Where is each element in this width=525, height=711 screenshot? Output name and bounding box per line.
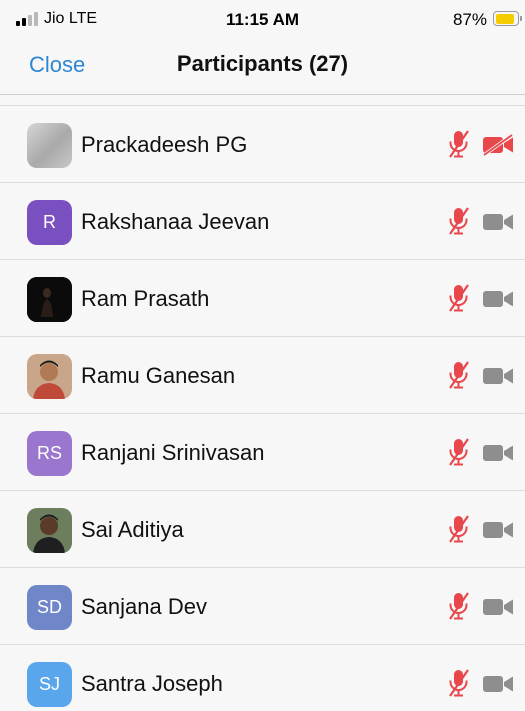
nav-bar: Close Participants (27) (0, 38, 525, 95)
video-camera-icon[interactable] (482, 288, 514, 310)
mic-muted-icon[interactable] (444, 436, 474, 468)
avatar: SJ (27, 662, 72, 707)
participant-list[interactable]: Prackadeesh PG R Rakshanaa Jeevan Ram Prasa… (0, 105, 525, 711)
participant-name: Rakshanaa Jeevan (81, 209, 270, 234)
participant-name: Ranjani Srinivasan (81, 440, 265, 465)
participants-screen: Jio LTE 11:15 AM 87% Close Participants … (0, 0, 525, 711)
participant-row[interactable]: SD Sanjana Dev (0, 568, 525, 645)
status-bar: Jio LTE 11:15 AM 87% (0, 0, 525, 38)
participant-row[interactable]: SJ Santra Joseph (0, 645, 525, 711)
mic-muted-icon[interactable] (444, 205, 474, 237)
battery-fill (495, 13, 514, 24)
video-camera-icon[interactable] (482, 596, 514, 618)
battery-icon (493, 11, 522, 26)
avatar: R (27, 200, 72, 245)
page-title: Participants (27) (176, 51, 349, 76)
video-off-icon[interactable] (482, 133, 514, 157)
avatar: RS (27, 431, 72, 476)
participant-row[interactable]: R Rakshanaa Jeevan (0, 183, 525, 260)
avatar-initials: R (43, 212, 56, 232)
participant-row[interactable]: Ramu Ganesan (0, 337, 525, 414)
avatar-initials: SD (36, 597, 62, 617)
avatar-initials: SJ (38, 674, 60, 694)
avatar (27, 277, 72, 322)
battery-percent: 87% (452, 10, 487, 29)
mic-muted-icon[interactable] (444, 590, 474, 622)
avatar-initials: RS (36, 443, 62, 463)
video-camera-icon[interactable] (482, 519, 514, 541)
video-camera-icon[interactable] (482, 673, 514, 695)
video-camera-icon[interactable] (482, 442, 514, 464)
participant-row[interactable]: RS Ranjani Srinivasan (0, 414, 525, 491)
mic-muted-icon[interactable] (444, 513, 474, 545)
participant-row[interactable]: Ram Prasath (0, 260, 525, 337)
mic-muted-icon[interactable] (444, 282, 474, 314)
participant-name: Santra Joseph (81, 671, 223, 696)
video-camera-icon[interactable] (482, 211, 514, 233)
participant-name: Sanjana Dev (81, 594, 207, 619)
avatar (27, 508, 72, 553)
mic-muted-icon[interactable] (444, 667, 474, 699)
participant-row[interactable]: Prackadeesh PG (0, 106, 525, 183)
avatar: SD (27, 585, 72, 630)
participant-name: Sai Aditiya (81, 517, 184, 542)
mic-muted-icon[interactable] (444, 128, 474, 160)
video-camera-icon[interactable] (482, 365, 514, 387)
participant-row[interactable]: Sai Aditiya (0, 491, 525, 568)
avatar (27, 123, 72, 168)
mic-muted-icon[interactable] (444, 359, 474, 391)
participant-name: Prackadeesh PG (81, 132, 248, 157)
status-time: 11:15 AM (225, 10, 300, 29)
participant-name: Ram Prasath (81, 286, 210, 311)
participant-name: Ramu Ganesan (81, 363, 236, 388)
avatar (27, 354, 72, 399)
